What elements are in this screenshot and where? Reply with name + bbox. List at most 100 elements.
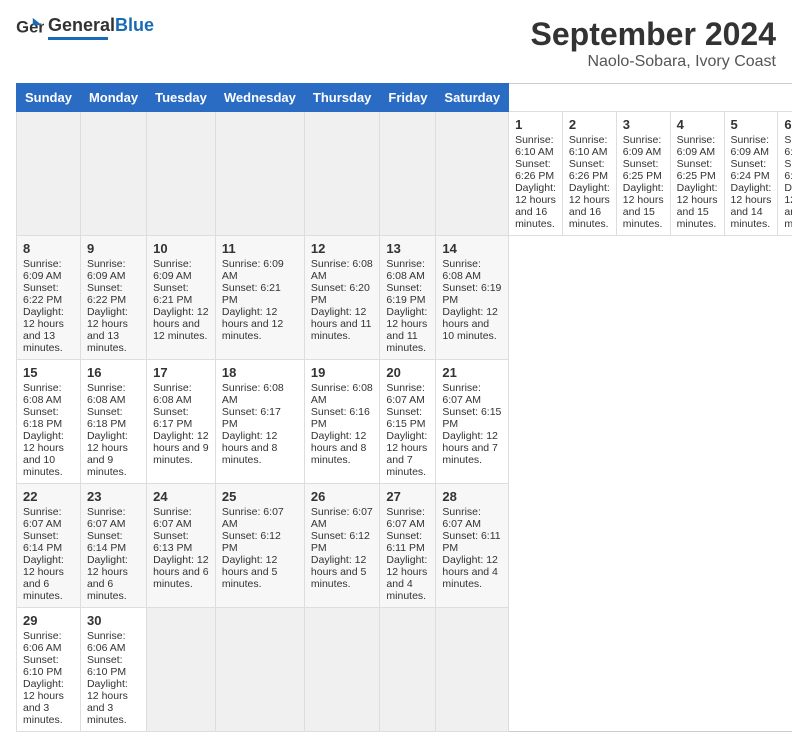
sunset-text: Sunset: 6:18 PM: [23, 406, 74, 430]
daylight-text: Daylight: 12 hours and 9 minutes.: [153, 430, 209, 466]
sunset-text: Sunset: 6:24 PM: [731, 158, 772, 182]
sunset-text: Sunset: 6:13 PM: [153, 530, 209, 554]
daylight-text: Daylight: 12 hours and 11 minutes.: [386, 306, 429, 354]
day-number: 9: [87, 241, 140, 256]
calendar-cell: 29Sunrise: 6:06 AMSunset: 6:10 PMDayligh…: [17, 608, 81, 732]
day-number: 10: [153, 241, 209, 256]
day-number: 23: [87, 489, 140, 504]
sunrise-text: Sunrise: 6:10 AM: [515, 134, 556, 158]
calendar-cell: [436, 608, 509, 732]
calendar-cell: 11Sunrise: 6:09 AMSunset: 6:21 PMDayligh…: [215, 236, 304, 360]
daylight-text: Daylight: 12 hours and 15 minutes.: [677, 182, 718, 230]
calendar-cell: 17 Sunrise: 6:08 AMSunset: 6:17 PMDayligh…: [147, 360, 216, 484]
sunrise-text: Sunrise: 6:07 AM: [222, 506, 298, 530]
sunrise-text: Sunrise: 6:08 AM: [23, 382, 74, 406]
sunrise-text: Sunrise: 6:07 AM: [153, 506, 209, 530]
sunset-text: Sunset: 6:18 PM: [87, 406, 140, 430]
day-number: 16: [87, 365, 140, 380]
sunrise-text: Sunrise: 6:08 AM: [311, 258, 374, 282]
calendar-cell: 4 Sunrise: 6:09 AMSunset: 6:25 PMDaylight…: [670, 112, 724, 236]
sunset-text: Sunset: 6:11 PM: [442, 530, 502, 554]
daylight-text: Daylight: 12 hours and 13 minutes.: [23, 306, 74, 354]
sunset-text: Sunset: 6:15 PM: [442, 406, 502, 430]
sunrise-text: Sunrise: 6:09 AM: [153, 258, 209, 282]
calendar-cell: 1Sunrise: 6:10 AMSunset: 6:26 PMDaylight…: [509, 112, 563, 236]
daylight-text: Daylight: 12 hours and 5 minutes.: [222, 554, 298, 590]
day-number: 4: [677, 117, 718, 132]
calendar-header-saturday: Saturday: [436, 84, 509, 112]
day-number: 1: [515, 117, 556, 132]
calendar-cell: 9Sunrise: 6:09 AMSunset: 6:22 PMDaylight…: [80, 236, 146, 360]
calendar-cell: 27Sunrise: 6:07 AMSunset: 6:11 PMDayligh…: [380, 484, 436, 608]
sunset-text: Sunset: 6:25 PM: [677, 158, 718, 182]
sunrise-text: Sunrise: 6:06 AM: [23, 630, 74, 654]
sunset-text: Sunset: 6:14 PM: [23, 530, 74, 554]
calendar-cell: 23Sunrise: 6:07 AMSunset: 6:14 PMDayligh…: [80, 484, 146, 608]
sunrise-text: Sunrise: 6:07 AM: [87, 506, 140, 530]
daylight-text: Daylight: 12 hours and 7 minutes.: [442, 430, 502, 466]
sunset-text: Sunset: 6:15 PM: [386, 406, 429, 430]
sunrise-text: Sunrise: 6:07 AM: [442, 506, 502, 530]
calendar-cell: [380, 608, 436, 732]
sunrise-text: Sunrise: 6:08 AM: [87, 382, 140, 406]
calendar-header-thursday: Thursday: [304, 84, 380, 112]
day-number: 21: [442, 365, 502, 380]
sunrise-text: Sunrise: 6:09 AM: [677, 134, 718, 158]
calendar-cell: 3Sunrise: 6:09 AMSunset: 6:25 PMDaylight…: [616, 112, 670, 236]
sunset-text: Sunset: 6:22 PM: [23, 282, 74, 306]
sunset-text: Sunset: 6:26 PM: [569, 158, 610, 182]
daylight-text: Daylight: 12 hours and 11 minutes.: [311, 306, 374, 342]
calendar-cell: 21 Sunrise: 6:07 AMSunset: 6:15 PMDayligh…: [436, 360, 509, 484]
sunset-text: Sunset: 6:20 PM: [311, 282, 374, 306]
daylight-text: Daylight: 12 hours and 6 minutes.: [153, 554, 209, 590]
calendar-cell: 28Sunrise: 6:07 AMSunset: 6:11 PMDayligh…: [436, 484, 509, 608]
day-number: 6: [784, 117, 792, 132]
calendar-cell: [380, 112, 436, 236]
daylight-text: Daylight: 12 hours and 8 minutes.: [311, 430, 374, 466]
calendar-cell: 13Sunrise: 6:08 AMSunset: 6:19 PMDayligh…: [380, 236, 436, 360]
calendar-cell: 22Sunrise: 6:07 AMSunset: 6:14 PMDayligh…: [17, 484, 81, 608]
logo-general: General: [48, 15, 115, 35]
daylight-text: Daylight: 12 hours and 9 minutes.: [87, 430, 140, 478]
calendar-cell: 5Sunrise: 6:09 AMSunset: 6:24 PMDaylight…: [724, 112, 778, 236]
calendar-cell: [215, 112, 304, 236]
calendar-cell: 15Sunrise: 6:08 AMSunset: 6:18 PMDayligh…: [17, 360, 81, 484]
calendar-header-row: SundayMondayTuesdayWednesdayThursdayFrid…: [17, 84, 792, 112]
sunrise-text: Sunrise: 6:07 AM: [442, 382, 502, 406]
calendar-cell: 19Sunrise: 6:08 AMSunset: 6:16 PMDayligh…: [304, 360, 380, 484]
daylight-text: Daylight: 12 hours and 15 minutes.: [623, 182, 664, 230]
day-number: 22: [23, 489, 74, 504]
month-title: September 2024: [531, 16, 776, 53]
calendar-header-monday: Monday: [80, 84, 146, 112]
sunset-text: Sunset: 6:24 PM: [784, 158, 792, 182]
calendar-cell: 8Sunrise: 6:09 AMSunset: 6:22 PMDaylight…: [17, 236, 81, 360]
day-number: 29: [23, 613, 74, 628]
sunset-text: Sunset: 6:12 PM: [311, 530, 374, 554]
calendar-header-wednesday: Wednesday: [215, 84, 304, 112]
daylight-text: Daylight: 12 hours and 4 minutes.: [442, 554, 502, 590]
sunrise-text: Sunrise: 6:08 AM: [153, 382, 209, 406]
calendar-cell: [436, 112, 509, 236]
day-number: 12: [311, 241, 374, 256]
sunrise-text: Sunrise: 6:09 AM: [222, 258, 298, 282]
calendar-cell: [147, 112, 216, 236]
calendar-cell: [304, 608, 380, 732]
daylight-text: Daylight: 12 hours and 12 minutes.: [222, 306, 298, 342]
daylight-text: Daylight: 12 hours and 4 minutes.: [386, 554, 429, 602]
sunset-text: Sunset: 6:12 PM: [222, 530, 298, 554]
daylight-text: Daylight: 12 hours and 8 minutes.: [222, 430, 298, 466]
logo-area: GeneralBlue: [48, 16, 154, 40]
day-number: 2: [569, 117, 610, 132]
daylight-text: Daylight: 12 hours and 14 minutes.: [784, 182, 792, 230]
day-number: 8: [23, 241, 74, 256]
day-number: 25: [222, 489, 298, 504]
day-number: 20: [386, 365, 429, 380]
calendar-header-tuesday: Tuesday: [147, 84, 216, 112]
title-area: September 2024 Naolo-Sobara, Ivory Coast: [531, 16, 776, 71]
sunset-text: Sunset: 6:17 PM: [153, 406, 209, 430]
day-number: 17: [153, 365, 209, 380]
daylight-text: Daylight: 12 hours and 6 minutes.: [87, 554, 140, 602]
calendar-cell: [80, 112, 146, 236]
daylight-text: Daylight: 12 hours and 10 minutes.: [442, 306, 502, 342]
location-title: Naolo-Sobara, Ivory Coast: [531, 53, 776, 71]
